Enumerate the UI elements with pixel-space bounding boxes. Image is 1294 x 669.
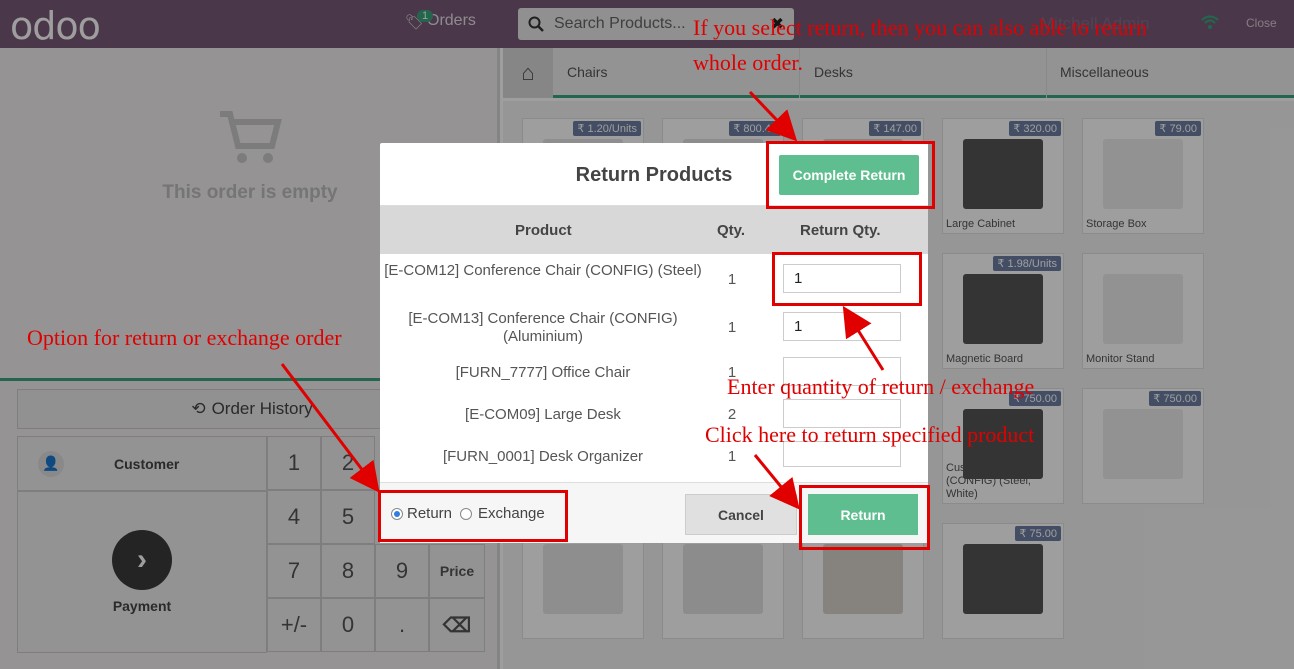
product-name: [FURN_0001] Desk Organizer <box>442 448 644 465</box>
annotation-complete-return-line1: If you select return, then you can also … <box>693 15 1147 40</box>
column-qty: Qty. <box>717 222 746 239</box>
annotation-box-radio <box>378 490 568 542</box>
column-product: Product <box>515 222 572 239</box>
table-header: Product Qty. Return Qty. <box>380 206 928 254</box>
annotation-complete-return-line2: whole order. <box>693 50 803 75</box>
annotation-box-return-button <box>799 485 930 550</box>
product-qty: 1 <box>727 319 737 336</box>
return-qty-input[interactable] <box>783 312 901 341</box>
cancel-button[interactable]: Cancel <box>685 494 797 535</box>
product-qty: 1 <box>727 271 737 288</box>
annotation-option: Option for return or exchange order <box>27 325 342 350</box>
product-name: [E-COM09] Large Desk <box>465 406 621 423</box>
product-name: [E-COM13] Conference Chair (CONFIG) (Alu… <box>408 310 678 345</box>
product-name: [E-COM12] Conference Chair (CONFIG) (Ste… <box>384 262 702 279</box>
annotation-box-return-qty <box>772 252 922 306</box>
column-return-qty: Return Qty. <box>800 222 881 239</box>
product-qty: 2 <box>727 406 737 423</box>
product-qty: 1 <box>727 448 737 465</box>
product-name: [FURN_7777] Office Chair <box>455 364 631 381</box>
annotation-box-complete-return <box>766 141 935 209</box>
annotation-return: Click here to return specified product <box>705 422 1035 447</box>
annotation-qty: Enter quantity of return / exchange <box>727 374 1035 399</box>
